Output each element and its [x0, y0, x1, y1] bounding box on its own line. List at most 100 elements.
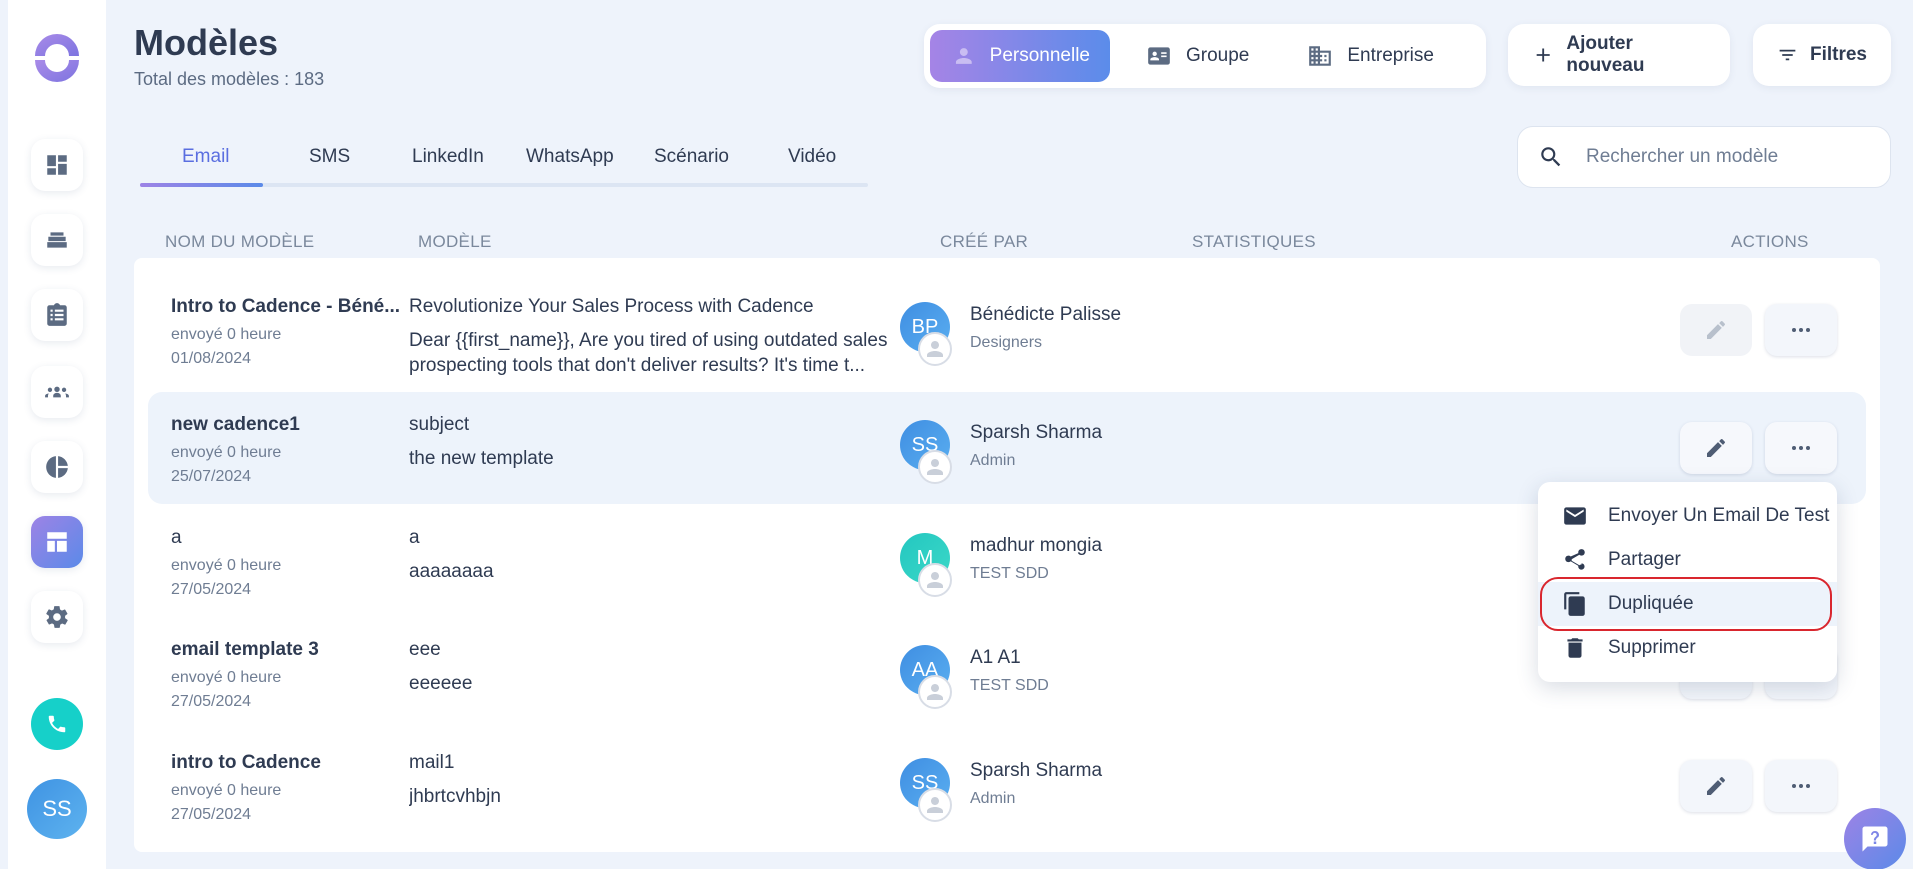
- template-body: the new template: [409, 448, 554, 469]
- help-button[interactable]: [1844, 808, 1906, 869]
- creator-avatar: BP: [900, 302, 952, 366]
- template-name[interactable]: new cadence1: [171, 414, 401, 436]
- pie-chart-icon: [46, 456, 68, 478]
- table-row[interactable]: intro to Cadence envoyé 0 heure 27/05/20…: [134, 730, 1880, 842]
- creator-name: Sparsh Sharma: [970, 760, 1103, 781]
- nav-reports[interactable]: [31, 441, 83, 493]
- creator-cell: BP Bénédicte Palisse Designers: [900, 302, 1122, 366]
- column-actions: ACTIONS: [1731, 232, 1809, 251]
- plus-icon: [1536, 48, 1550, 62]
- template-body: aaaaaaaa: [409, 561, 494, 582]
- filter-label: Filtres: [1809, 44, 1867, 65]
- help-icon: [1862, 826, 1888, 852]
- scope-group-button[interactable]: Groupe: [1124, 30, 1271, 82]
- template-name[interactable]: intro to Cadence: [171, 752, 401, 774]
- person-placeholder-icon: [927, 684, 943, 700]
- more-actions-button[interactable]: [1765, 304, 1837, 356]
- template-date: 25/07/2024: [171, 468, 252, 485]
- filter-button[interactable]: Filtres: [1753, 24, 1891, 86]
- tab-linkedin[interactable]: LinkedIn: [412, 146, 484, 168]
- nav-settings[interactable]: [31, 591, 83, 643]
- nav-people[interactable]: [31, 366, 83, 418]
- template-sent: envoyé 0 heure: [171, 669, 282, 686]
- tab-whatsapp[interactable]: WhatsApp: [526, 146, 614, 168]
- creator-cell: M madhur mongia TEST SDD: [900, 533, 1103, 597]
- person-placeholder-icon: [927, 572, 943, 588]
- template-sent: envoyé 0 heure: [171, 782, 282, 799]
- scope-toggle: Personnelle Groupe Entreprise: [924, 24, 1486, 88]
- nav-dashboard[interactable]: [31, 139, 83, 191]
- stack-icon: [47, 232, 67, 248]
- menu-delete[interactable]: Supprimer: [1538, 626, 1837, 670]
- tab-scenario[interactable]: Scénario: [654, 146, 729, 168]
- building-icon: [1309, 46, 1332, 66]
- nav-templates[interactable]: [31, 516, 83, 568]
- sub-avatar: [918, 450, 952, 484]
- creator-name: madhur mongia: [970, 535, 1103, 556]
- id-card-icon: [1148, 47, 1170, 65]
- tab-sms[interactable]: SMS: [309, 146, 350, 168]
- table-row[interactable]: Intro to Cadence - Béné... envoyé 0 heur…: [134, 274, 1880, 386]
- more-actions-button[interactable]: [1765, 422, 1837, 474]
- pencil-icon: [1707, 321, 1725, 339]
- creator-cell: AA A1 A1 TEST SDD: [900, 645, 1049, 709]
- tab-email[interactable]: Email: [182, 146, 230, 168]
- sub-avatar: [918, 788, 952, 822]
- search-input[interactable]: [1586, 146, 1876, 168]
- dashboard-icon: [47, 155, 67, 175]
- creator-role: TEST SDD: [970, 565, 1049, 582]
- nav-tasks[interactable]: [31, 289, 83, 341]
- pencil-icon: [1707, 439, 1725, 457]
- template-body: Dear {{first_name}}, Are you tired of us…: [409, 330, 888, 376]
- creator-info: Sparsh Sharma Admin: [970, 422, 1102, 470]
- scope-personal-button[interactable]: Personnelle: [930, 30, 1110, 82]
- phone-button[interactable]: [31, 698, 83, 750]
- template-name[interactable]: a: [171, 527, 401, 549]
- creator-cell: SS Sparsh Sharma Admin: [900, 420, 1102, 484]
- sub-avatar: [918, 332, 952, 366]
- menu-share-label: Partager: [1608, 549, 1681, 570]
- app-logo-icon[interactable]: [31, 30, 83, 82]
- creator-role: Designers: [970, 334, 1043, 351]
- template-name-cell: new cadence1 envoyé 0 heure 25/07/2024: [171, 414, 401, 486]
- template-sent: envoyé 0 heure: [171, 326, 282, 343]
- column-stats: STATISTIQUES: [1192, 232, 1316, 251]
- edit-button[interactable]: [1680, 304, 1752, 356]
- edit-button[interactable]: [1680, 422, 1752, 474]
- template-name[interactable]: Intro to Cadence - Béné...: [171, 296, 401, 318]
- sidebar: SS: [8, 0, 106, 869]
- creator-info: Sparsh Sharma Admin: [970, 760, 1102, 808]
- template-count: Total des modèles : 183: [134, 69, 325, 89]
- user-avatar[interactable]: SS: [27, 779, 87, 839]
- scope-personal-label: Personnelle: [989, 45, 1090, 66]
- menu-share[interactable]: Partager: [1538, 538, 1837, 582]
- filter-icon: [1779, 49, 1796, 61]
- column-name: NOM DU MODÈLE: [165, 232, 315, 251]
- template-subject: a: [409, 527, 420, 548]
- tab-indicator: [140, 183, 263, 187]
- template-name[interactable]: email template 3: [171, 639, 401, 661]
- template-preview-cell: subject the new template: [409, 414, 889, 471]
- template-sent: envoyé 0 heure: [171, 557, 282, 574]
- template-preview-cell: mail1 jhbrtcvhbjn: [409, 752, 889, 809]
- creator-name: Bénédicte Palisse: [970, 304, 1122, 325]
- clipboard-icon: [47, 303, 67, 326]
- people-icon: [45, 386, 69, 398]
- scope-company-button[interactable]: Entreprise: [1285, 30, 1456, 82]
- add-template-button[interactable]: Ajouter nouveau: [1508, 24, 1730, 86]
- edit-button[interactable]: [1680, 760, 1752, 812]
- creator-role: Admin: [970, 790, 1016, 807]
- more-icon: [1792, 446, 1810, 450]
- person-icon: [955, 48, 972, 64]
- more-actions-button[interactable]: [1765, 760, 1837, 812]
- template-name-cell: intro to Cadence envoyé 0 heure 27/05/20…: [171, 752, 401, 824]
- template-date: 01/08/2024: [171, 350, 252, 367]
- nav-cadences[interactable]: [31, 214, 83, 266]
- creator-name: A1 A1: [970, 647, 1021, 668]
- template-name-cell: email template 3 envoyé 0 heure 27/05/20…: [171, 639, 401, 711]
- tab-video[interactable]: Vidéo: [788, 146, 836, 168]
- add-template-label: Ajouter nouveau: [1566, 33, 1645, 76]
- creator-avatar: SS: [900, 758, 952, 822]
- template-body: eeeeee: [409, 673, 473, 694]
- menu-send-test-email[interactable]: Envoyer Un Email De Test: [1538, 494, 1837, 538]
